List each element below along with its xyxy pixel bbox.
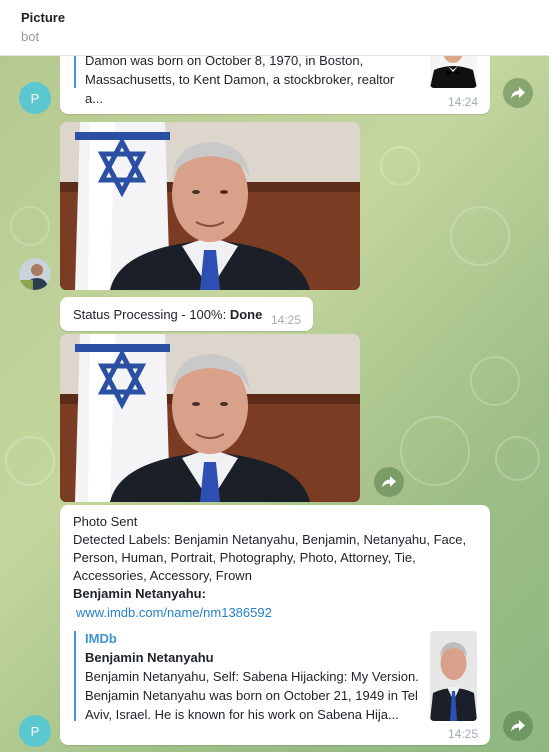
- doodle-decoration: [450, 206, 510, 266]
- message-result[interactable]: Photo Sent Detected Labels: Benjamin Net…: [60, 505, 490, 745]
- doodle-decoration: [470, 356, 520, 406]
- result-line1: Photo Sent: [73, 514, 138, 529]
- doodle-decoration: [380, 146, 420, 186]
- chat-area[interactable]: Damon was born on October 8, 1970, in Bo…: [0, 56, 549, 752]
- share-arrow-icon: [511, 720, 525, 732]
- chat-title: Picture: [21, 10, 66, 25]
- status-done: Done: [229, 307, 263, 322]
- detected-labels: Detected Labels: Benjamin Netanyahu, Ben…: [73, 532, 467, 583]
- person-name: Benjamin Netanyahu:: [73, 586, 206, 601]
- message-time: 14:25: [448, 727, 479, 741]
- doodle-decoration: [5, 436, 55, 486]
- share-arrow-icon: [511, 87, 525, 99]
- share-arrow-icon: [382, 476, 396, 488]
- message-time: 14:25: [271, 313, 302, 327]
- message-damon[interactable]: Damon was born on October 8, 1970, in Bo…: [60, 56, 490, 114]
- preview-title: Benjamin Netanyahu: [85, 650, 214, 665]
- doodle-decoration: [495, 436, 540, 481]
- portrait-photo: [60, 122, 360, 290]
- message-time: 14:24: [448, 95, 479, 109]
- message-status[interactable]: Status Processing - 100%: Done 14:25: [60, 297, 313, 331]
- preview-description: Benjamin Netanyahu, Self: Sabena Hijacki…: [85, 669, 419, 722]
- chat-subtitle: bot: [21, 29, 40, 44]
- share-button[interactable]: [374, 467, 404, 497]
- bot-avatar[interactable]: P: [19, 82, 51, 114]
- share-button[interactable]: [503, 711, 533, 741]
- damon-preview-thumbnail: [430, 56, 477, 88]
- preview-site: IMDb: [85, 631, 117, 646]
- portrait-photo: [60, 334, 360, 502]
- user-avatar[interactable]: [19, 258, 51, 290]
- doodle-decoration: [10, 206, 50, 246]
- bot-avatar[interactable]: P: [19, 715, 51, 747]
- sent-photo[interactable]: [60, 122, 360, 290]
- status-text: Status Processing - 100%: Done: [73, 307, 263, 322]
- doodle-decoration: [400, 416, 470, 486]
- result-photo[interactable]: [60, 334, 360, 502]
- chat-header[interactable]: Picture bot: [0, 0, 549, 56]
- link-preview[interactable]: IMDb Benjamin Netanyahu Benjamin Netanya…: [74, 631, 474, 722]
- share-button[interactable]: [503, 78, 533, 108]
- damon-preview-text: Damon was born on October 8, 1970, in Bo…: [85, 56, 395, 106]
- preview-thumbnail: [430, 631, 477, 721]
- imdb-link[interactable]: www.imdb.com/name/nm1386592: [76, 605, 272, 620]
- user-avatar-photo: [19, 258, 51, 290]
